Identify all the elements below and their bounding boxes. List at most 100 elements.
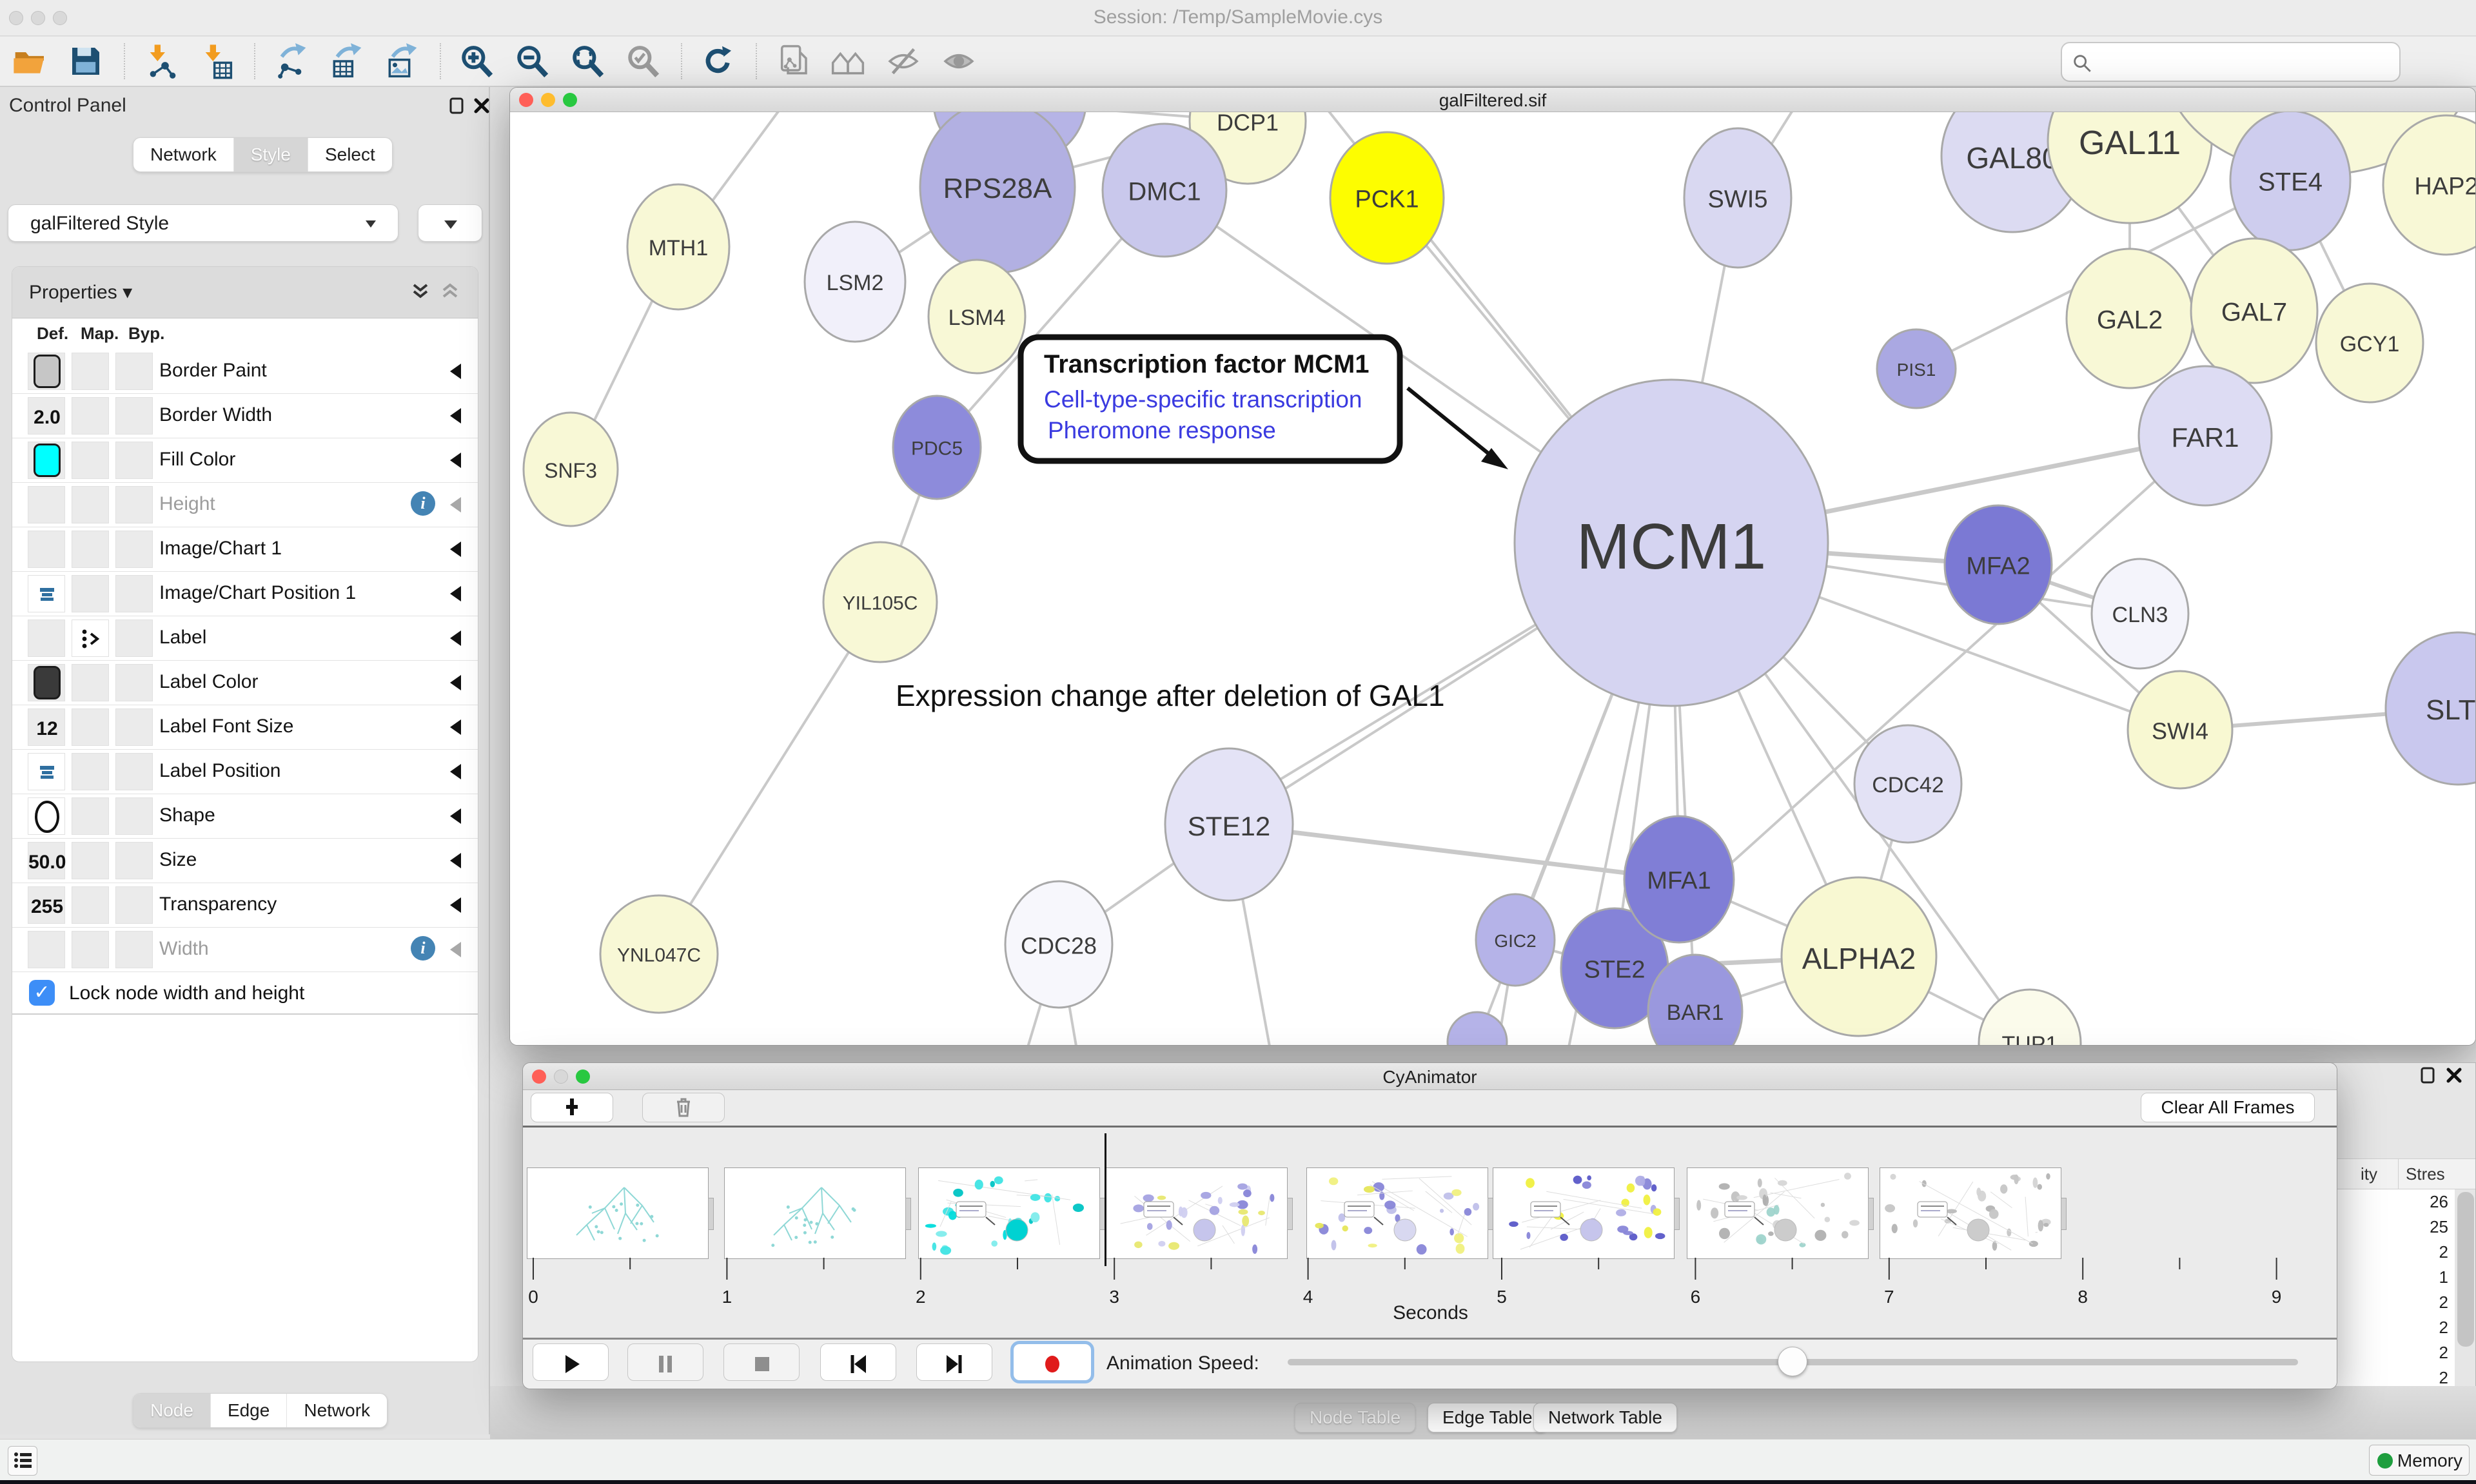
open-session-button[interactable] xyxy=(8,41,53,82)
frame-thumbnail-3[interactable] xyxy=(1106,1167,1288,1259)
tab-network[interactable]: Network xyxy=(133,138,234,171)
lock-checkbox[interactable]: ✓ xyxy=(29,980,55,1006)
default-swatch[interactable] xyxy=(34,355,61,388)
tab-network-style[interactable]: Network xyxy=(287,1394,387,1427)
info-icon[interactable]: i xyxy=(411,936,435,961)
zoom-in-button[interactable] xyxy=(454,41,499,82)
node-PCK1[interactable]: PCK1 xyxy=(1330,132,1444,264)
expand-all-icon[interactable] xyxy=(409,281,431,306)
collapse-all-icon[interactable] xyxy=(439,281,461,306)
node-YNL047C[interactable]: YNL047C xyxy=(600,895,718,1013)
property-row-transparency[interactable]: 255Transparency xyxy=(12,883,478,928)
expand-property-icon[interactable] xyxy=(450,408,461,424)
clone-network-button[interactable] xyxy=(770,41,815,82)
node-GAL7[interactable]: GAL7 xyxy=(2191,239,2317,383)
search-field[interactable] xyxy=(2061,42,2401,82)
default-value[interactable]: 2.0 xyxy=(28,407,66,429)
play-button[interactable] xyxy=(533,1343,609,1381)
frame-thumbnail-2[interactable] xyxy=(918,1167,1100,1259)
tab-select[interactable]: Select xyxy=(308,138,392,171)
node-YIL105C[interactable]: YIL105C xyxy=(823,542,937,662)
node-GCY1[interactable]: GCY1 xyxy=(2316,284,2423,402)
position-icon[interactable] xyxy=(36,583,58,605)
node-TUP1[interactable]: TUP1 xyxy=(1979,990,2081,1046)
node-MTH1[interactable]: MTH1 xyxy=(627,184,729,309)
expand-property-icon[interactable] xyxy=(450,808,461,824)
zoom-selected-button[interactable] xyxy=(620,41,665,82)
frame-thumbnail-7[interactable] xyxy=(1880,1167,2061,1259)
zoom-fit-button[interactable] xyxy=(565,41,610,82)
import-table-button[interactable] xyxy=(193,41,239,82)
property-row-border-width[interactable]: 2.0Border Width xyxy=(12,394,478,438)
network-canvas[interactable]: DCP1RPS28ADMC1PCK1SWI5GAL80GAL11STE4HAP2… xyxy=(510,112,2476,1046)
task-history-button[interactable] xyxy=(8,1446,37,1476)
property-row-fill-color[interactable]: Fill Color xyxy=(12,438,478,483)
node-SWI5[interactable]: SWI5 xyxy=(1684,128,1791,268)
expand-property-icon[interactable] xyxy=(450,853,461,868)
export-image-button[interactable] xyxy=(379,41,424,82)
table-scrollbar[interactable] xyxy=(2457,1192,2474,1347)
first-neighbors-button[interactable] xyxy=(825,41,870,82)
expand-property-icon[interactable] xyxy=(450,675,461,690)
delete-frame-button[interactable] xyxy=(642,1093,725,1122)
frame-thumbnail-0[interactable] xyxy=(527,1167,709,1259)
apply-layout-button[interactable] xyxy=(695,41,740,82)
default-swatch[interactable] xyxy=(34,666,61,699)
frame-handle[interactable] xyxy=(905,1198,911,1230)
expand-property-icon[interactable] xyxy=(450,764,461,779)
property-row-size[interactable]: 50.0Size xyxy=(12,839,478,883)
property-row-label-font-size[interactable]: 12Label Font Size xyxy=(12,705,478,750)
property-row-label-position[interactable]: Label Position xyxy=(12,750,478,794)
tab-edge-table[interactable]: Edge Table xyxy=(1428,1403,1548,1432)
annotation-link[interactable]: Cell-type-specific transcription xyxy=(1044,386,1362,413)
style-dropdown[interactable]: galFiltered Style xyxy=(8,204,398,242)
frame-handle[interactable] xyxy=(1674,1198,1680,1230)
node-MFA2[interactable]: MFA2 xyxy=(1945,505,2052,624)
node-SWI4[interactable]: SWI4 xyxy=(2128,671,2232,788)
lock-size-row[interactable]: ✓Lock node width and height xyxy=(12,972,478,1015)
node-CDC42[interactable]: CDC42 xyxy=(1854,725,1961,843)
expand-property-icon[interactable] xyxy=(450,630,461,646)
property-row-label[interactable]: Label xyxy=(12,616,478,661)
clear-all-frames-button[interactable]: Clear All Frames xyxy=(2141,1093,2315,1122)
node-MFA1[interactable]: MFA1 xyxy=(1624,816,1734,942)
frame-thumbnail-6[interactable] xyxy=(1687,1167,1869,1259)
node-SLT2[interactable]: SLT2 xyxy=(2386,632,2476,785)
node-CDC28[interactable]: CDC28 xyxy=(1005,881,1112,1008)
node-PDC5[interactable]: PDC5 xyxy=(893,396,981,499)
property-row-image-chart-1[interactable]: Image/Chart 1 xyxy=(12,527,478,572)
record-button[interactable] xyxy=(1013,1343,1092,1381)
memory-button[interactable]: Memory xyxy=(2369,1445,2470,1476)
expand-property-icon[interactable] xyxy=(450,942,461,957)
node-STE12[interactable]: STE12 xyxy=(1165,748,1293,901)
node-RPS28A[interactable]: RPS28A xyxy=(920,112,1075,273)
frame-handle[interactable] xyxy=(1868,1198,1874,1230)
tab-edge[interactable]: Edge xyxy=(211,1394,287,1427)
default-value[interactable]: 12 xyxy=(28,718,66,740)
node-cut-small[interactable] xyxy=(1448,1012,1507,1046)
node-LSM2[interactable]: LSM2 xyxy=(805,222,905,342)
cyanimator-titlebar[interactable]: CyAnimator xyxy=(523,1063,2337,1090)
expand-property-icon[interactable] xyxy=(450,897,461,913)
node-GIC2[interactable]: GIC2 xyxy=(1476,894,1555,986)
cyanimator-timeline[interactable]: 0123456789 Seconds xyxy=(523,1129,2337,1336)
show-all-button[interactable] xyxy=(936,41,981,82)
node-MCM1[interactable]: MCM1 xyxy=(1515,380,1828,706)
node-FAR1[interactable]: FAR1 xyxy=(2139,366,2272,505)
stop-button[interactable] xyxy=(723,1343,800,1381)
frame-thumbnail-4[interactable] xyxy=(1306,1167,1488,1259)
frame-handle[interactable] xyxy=(1287,1198,1293,1230)
default-value[interactable]: 50.0 xyxy=(28,852,66,874)
property-row-border-paint[interactable]: Border Paint xyxy=(12,349,478,394)
close-panel-icon[interactable] xyxy=(472,96,491,115)
skip-to-start-button[interactable] xyxy=(820,1343,896,1381)
expand-property-icon[interactable] xyxy=(450,542,461,557)
position-icon[interactable] xyxy=(36,761,58,783)
property-row-width[interactable]: Widthi xyxy=(12,928,478,972)
node-GAL11[interactable]: GAL11 xyxy=(2048,112,2212,223)
save-session-button[interactable] xyxy=(63,41,108,82)
skip-to-end-button[interactable] xyxy=(916,1343,992,1381)
property-row-height[interactable]: Heighti xyxy=(12,483,478,527)
export-network-button[interactable] xyxy=(268,41,313,82)
node-GAL2[interactable]: GAL2 xyxy=(2067,249,2193,388)
